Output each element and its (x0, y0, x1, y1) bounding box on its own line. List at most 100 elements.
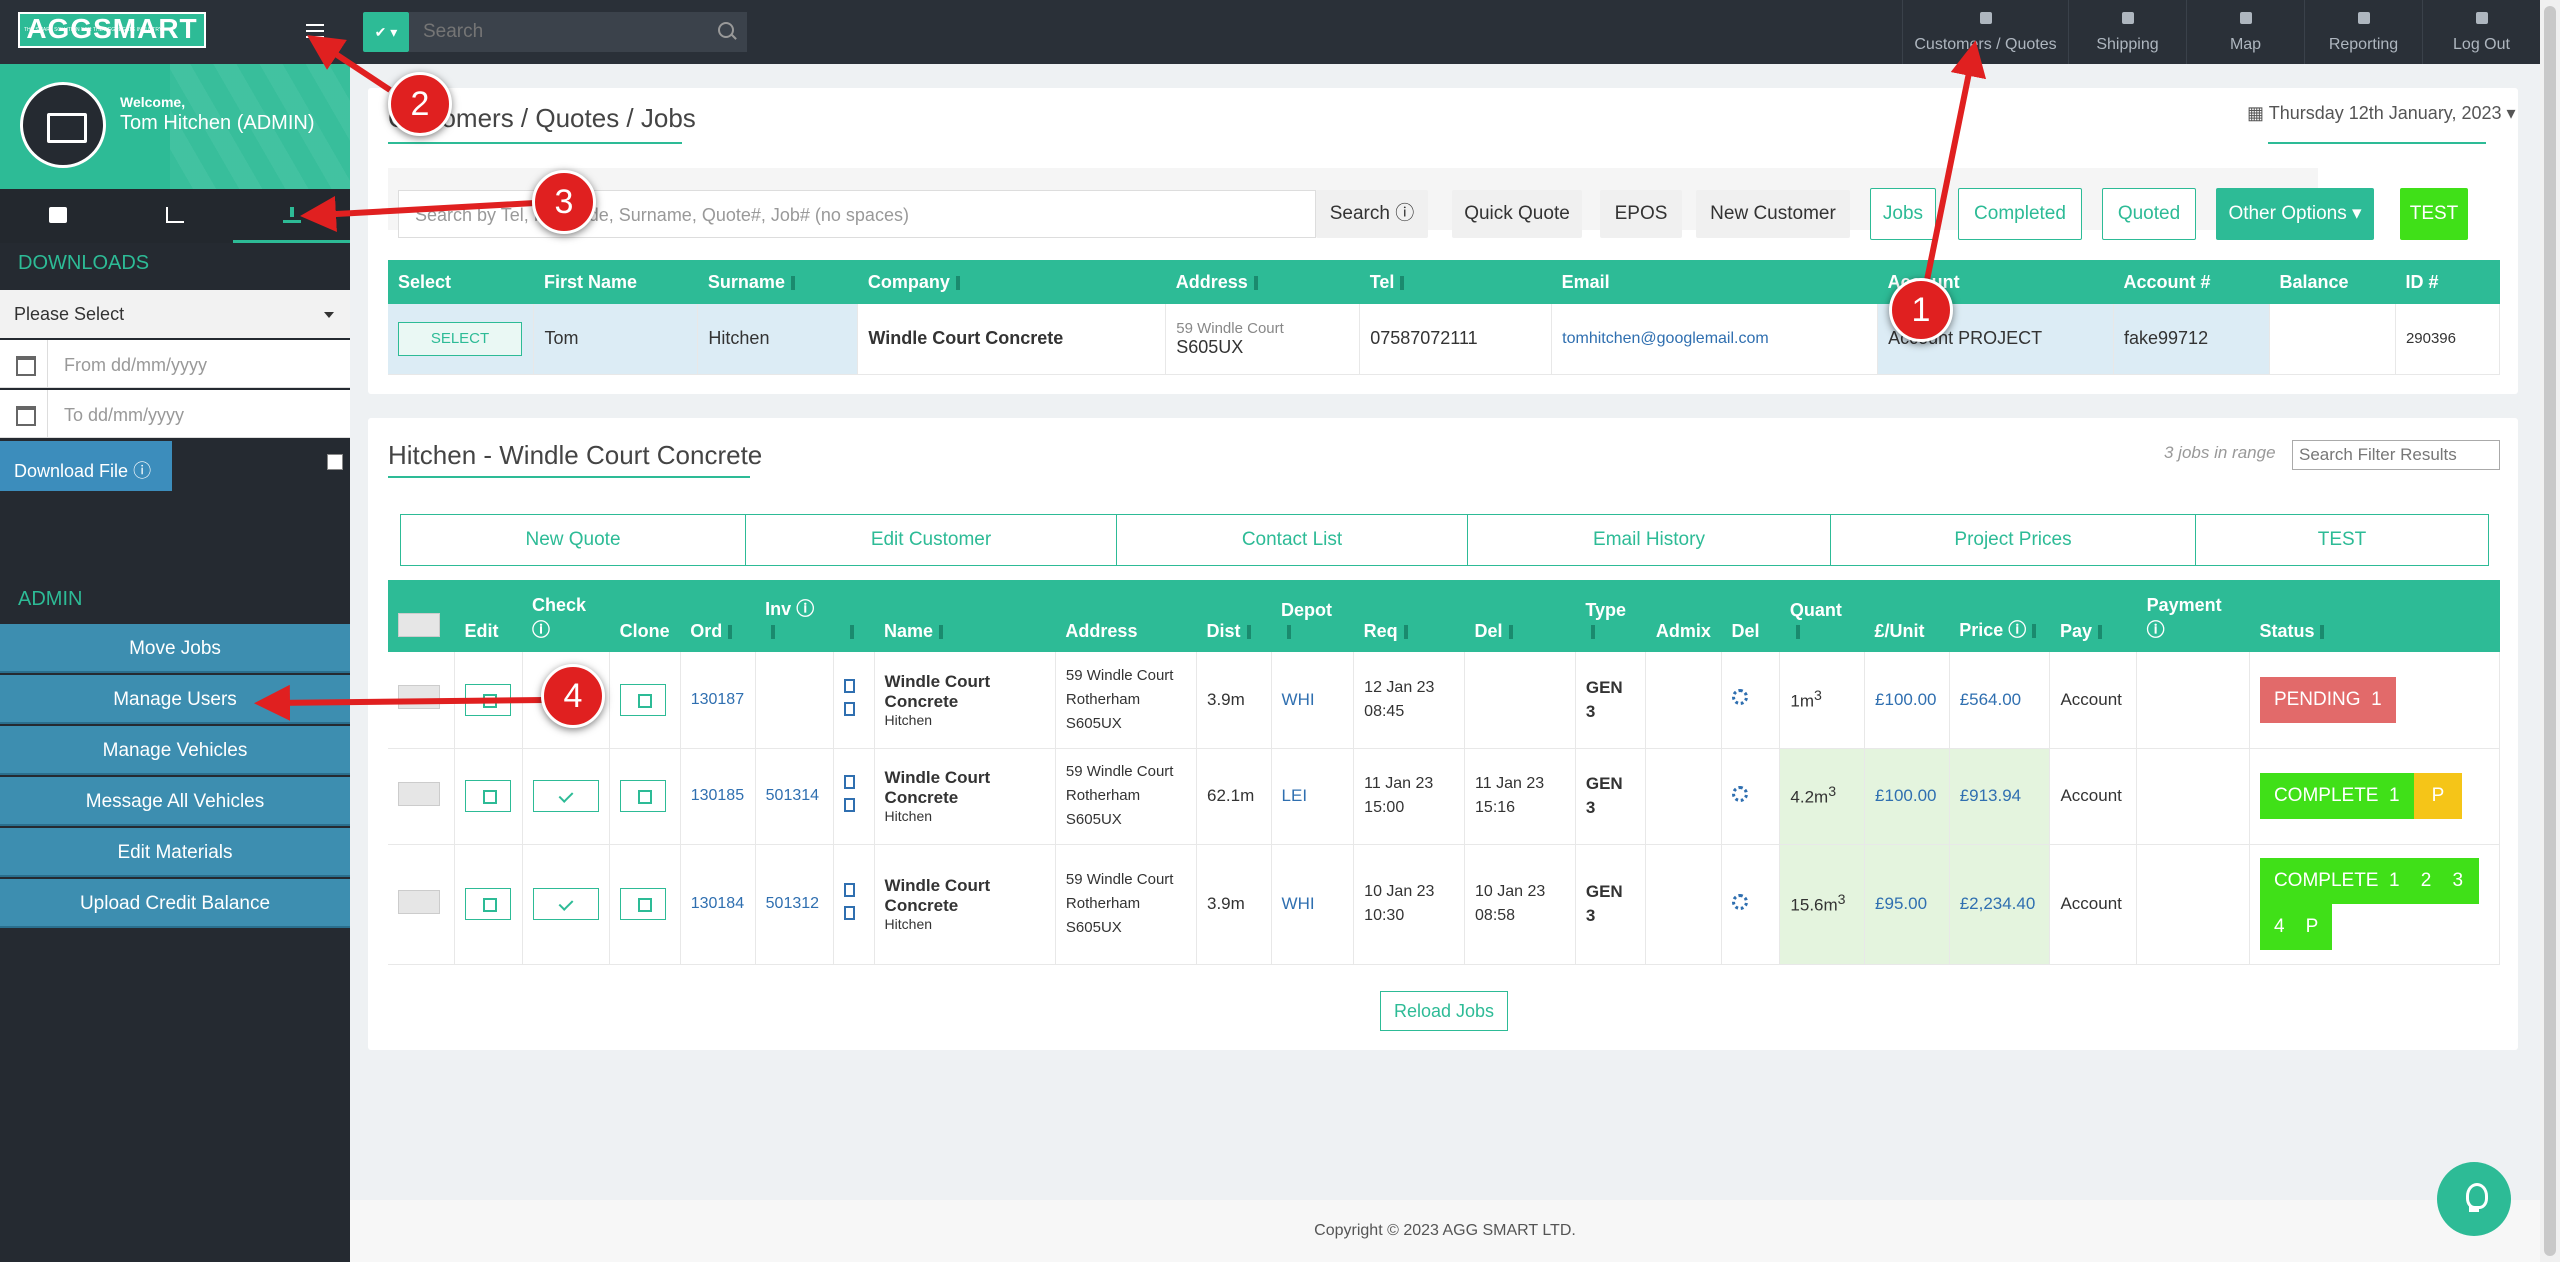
email-link[interactable]: tomhitchen@googlemail.com (1551, 304, 1879, 375)
invoice-link[interactable]: 501312 (755, 844, 835, 965)
download-file-button[interactable]: Download File ⓘ (0, 441, 172, 491)
edit-customer-button[interactable]: Edit Customer (745, 514, 1117, 566)
gears-icon[interactable] (1731, 689, 1748, 706)
lightbulb-icon[interactable] (2437, 1162, 2511, 1236)
col-price[interactable]: Price ⓘ (1949, 580, 2050, 652)
table-row[interactable]: 130187 Windle Court Concrete Hitchen 59 W… (388, 652, 2501, 749)
status-badge[interactable]: PENDING 1 (2259, 676, 2396, 723)
col-status[interactable]: Status (2249, 580, 2500, 652)
envelope-icon[interactable] (844, 798, 856, 812)
col-depot[interactable]: Depot (1271, 580, 1354, 652)
download-checkbox[interactable] (327, 454, 343, 470)
col-ord[interactable]: Ord (680, 580, 756, 652)
from-date-field[interactable]: From dd/mm/yyyy (0, 340, 350, 388)
app-logo[interactable]: AGGSMART THE SMART SOLUTION FOR THE AGGRE… (18, 12, 206, 48)
search-icon[interactable] (718, 22, 734, 38)
quick-quote-button[interactable]: Quick Quote (1452, 190, 1582, 238)
status-paid-badge[interactable]: P (2413, 773, 2463, 819)
download-type-select[interactable]: Please Select (0, 290, 350, 338)
status-badge-second-line[interactable]: 4 P (2259, 904, 2333, 950)
col-inv[interactable]: Inv ⓘ (755, 580, 834, 652)
search-dropdown-button[interactable]: ✔ ▾ (363, 12, 409, 52)
reload-jobs-button[interactable]: Reload Jobs (1380, 991, 1508, 1031)
nav-customers-quotes[interactable]: Customers / Quotes (1902, 0, 2068, 64)
menu-toggle-icon[interactable] (306, 22, 326, 40)
col-dist[interactable]: Dist (1196, 580, 1272, 652)
quoted-button[interactable]: Quoted (2102, 188, 2196, 240)
depot-link[interactable]: WHI (1271, 844, 1355, 965)
edit-button[interactable] (465, 780, 511, 812)
to-date-field[interactable]: To dd/mm/yyyy (0, 390, 350, 438)
filter-results-input[interactable]: Search Filter Results (2292, 440, 2500, 470)
contact-list-button[interactable]: Contact List (1116, 514, 1468, 566)
col-select-all[interactable] (388, 580, 455, 652)
order-link[interactable]: 130187 (680, 652, 756, 749)
new-quote-button[interactable]: New Quote (400, 514, 746, 566)
move-jobs-button[interactable]: Move Jobs (0, 624, 350, 673)
edit-button[interactable] (465, 683, 511, 716)
other-options-button[interactable]: Other Options ▾ (2216, 188, 2374, 240)
col-tel[interactable]: Tel (1359, 260, 1552, 304)
manage-vehicles-button[interactable]: Manage Vehicles (0, 726, 350, 775)
email-history-button[interactable]: Email History (1467, 514, 1831, 566)
top-search-input[interactable] (409, 12, 747, 52)
new-customer-button[interactable]: New Customer (1696, 190, 1850, 238)
upload-credit-balance-button[interactable]: Upload Credit Balance (0, 879, 350, 928)
test-button[interactable]: TEST (2400, 188, 2468, 240)
table-row[interactable]: 130184 501312 Windle Court Concrete Hitch… (388, 844, 2501, 965)
clone-button[interactable] (620, 780, 667, 812)
envelope-icon[interactable] (844, 906, 856, 920)
select-all-checkbox[interactable] (398, 613, 440, 637)
document-icon[interactable] (844, 678, 856, 693)
edit-button[interactable] (465, 888, 511, 920)
document-icon[interactable] (844, 775, 856, 789)
depot-link[interactable]: LEI (1271, 748, 1355, 845)
status-badge[interactable]: COMPLETE 1 2 3 (2259, 858, 2479, 904)
epos-button[interactable]: EPOS (1600, 190, 1682, 238)
message-all-vehicles-button[interactable]: Message All Vehicles (0, 777, 350, 826)
col-address[interactable]: Address (1165, 260, 1360, 304)
test-action-button[interactable]: TEST (2195, 514, 2489, 566)
manage-users-button[interactable]: Manage Users (0, 675, 350, 724)
depot-link[interactable]: WHI (1271, 652, 1355, 749)
invoice-link[interactable]: 501314 (755, 748, 835, 845)
nav-reporting[interactable]: Reporting (2304, 0, 2422, 64)
col-del[interactable]: Del (1464, 580, 1576, 652)
clone-button[interactable] (620, 683, 667, 716)
invoice-link[interactable] (755, 652, 835, 749)
col-req[interactable]: Req (1353, 580, 1465, 652)
tab-charts[interactable] (117, 189, 234, 243)
order-link[interactable]: 130185 (680, 748, 756, 845)
project-prices-button[interactable]: Project Prices (1830, 514, 2196, 566)
col-surname[interactable]: Surname (697, 260, 858, 304)
clone-button[interactable] (620, 888, 667, 920)
search-button[interactable]: Search ⓘ (1316, 190, 1428, 238)
status-badge[interactable]: COMPLETE 1 (2259, 773, 2414, 819)
col-company[interactable]: Company (857, 260, 1166, 304)
nav-shipping[interactable]: Shipping (2068, 0, 2186, 64)
col-type[interactable]: Type (1575, 580, 1646, 652)
page-scrollbar[interactable] (2540, 0, 2560, 1262)
col-pay[interactable]: Pay (2049, 580, 2137, 652)
gears-icon[interactable] (1731, 893, 1748, 910)
nav-map[interactable]: Map (2186, 0, 2304, 64)
document-icon[interactable] (844, 883, 856, 897)
completed-button[interactable]: Completed (1958, 188, 2082, 240)
check-button[interactable] (532, 780, 599, 812)
table-row[interactable]: 130185 501314 Windle Court Concrete Hitch… (388, 748, 2501, 845)
envelope-icon[interactable] (844, 701, 856, 716)
col-quant[interactable]: Quant (1779, 580, 1865, 652)
tab-vehicles[interactable] (0, 189, 117, 243)
nav-logout[interactable]: Log Out (2422, 0, 2540, 64)
gears-icon[interactable] (1731, 785, 1748, 802)
col-name[interactable]: Name (874, 580, 1056, 652)
check-button[interactable] (532, 888, 599, 920)
edit-materials-button[interactable]: Edit Materials (0, 828, 350, 877)
current-date[interactable]: ▦ Thursday 12th January, 2023 ▾ (2247, 103, 2516, 124)
row-checkbox[interactable] (398, 781, 440, 806)
order-link[interactable]: 130184 (680, 844, 756, 965)
table-row[interactable]: SELECT Tom Hitchen Windle Court Concrete… (388, 304, 2501, 375)
row-checkbox[interactable] (398, 889, 440, 914)
select-customer-button[interactable]: SELECT (398, 321, 522, 356)
tab-downloads[interactable] (233, 189, 351, 243)
